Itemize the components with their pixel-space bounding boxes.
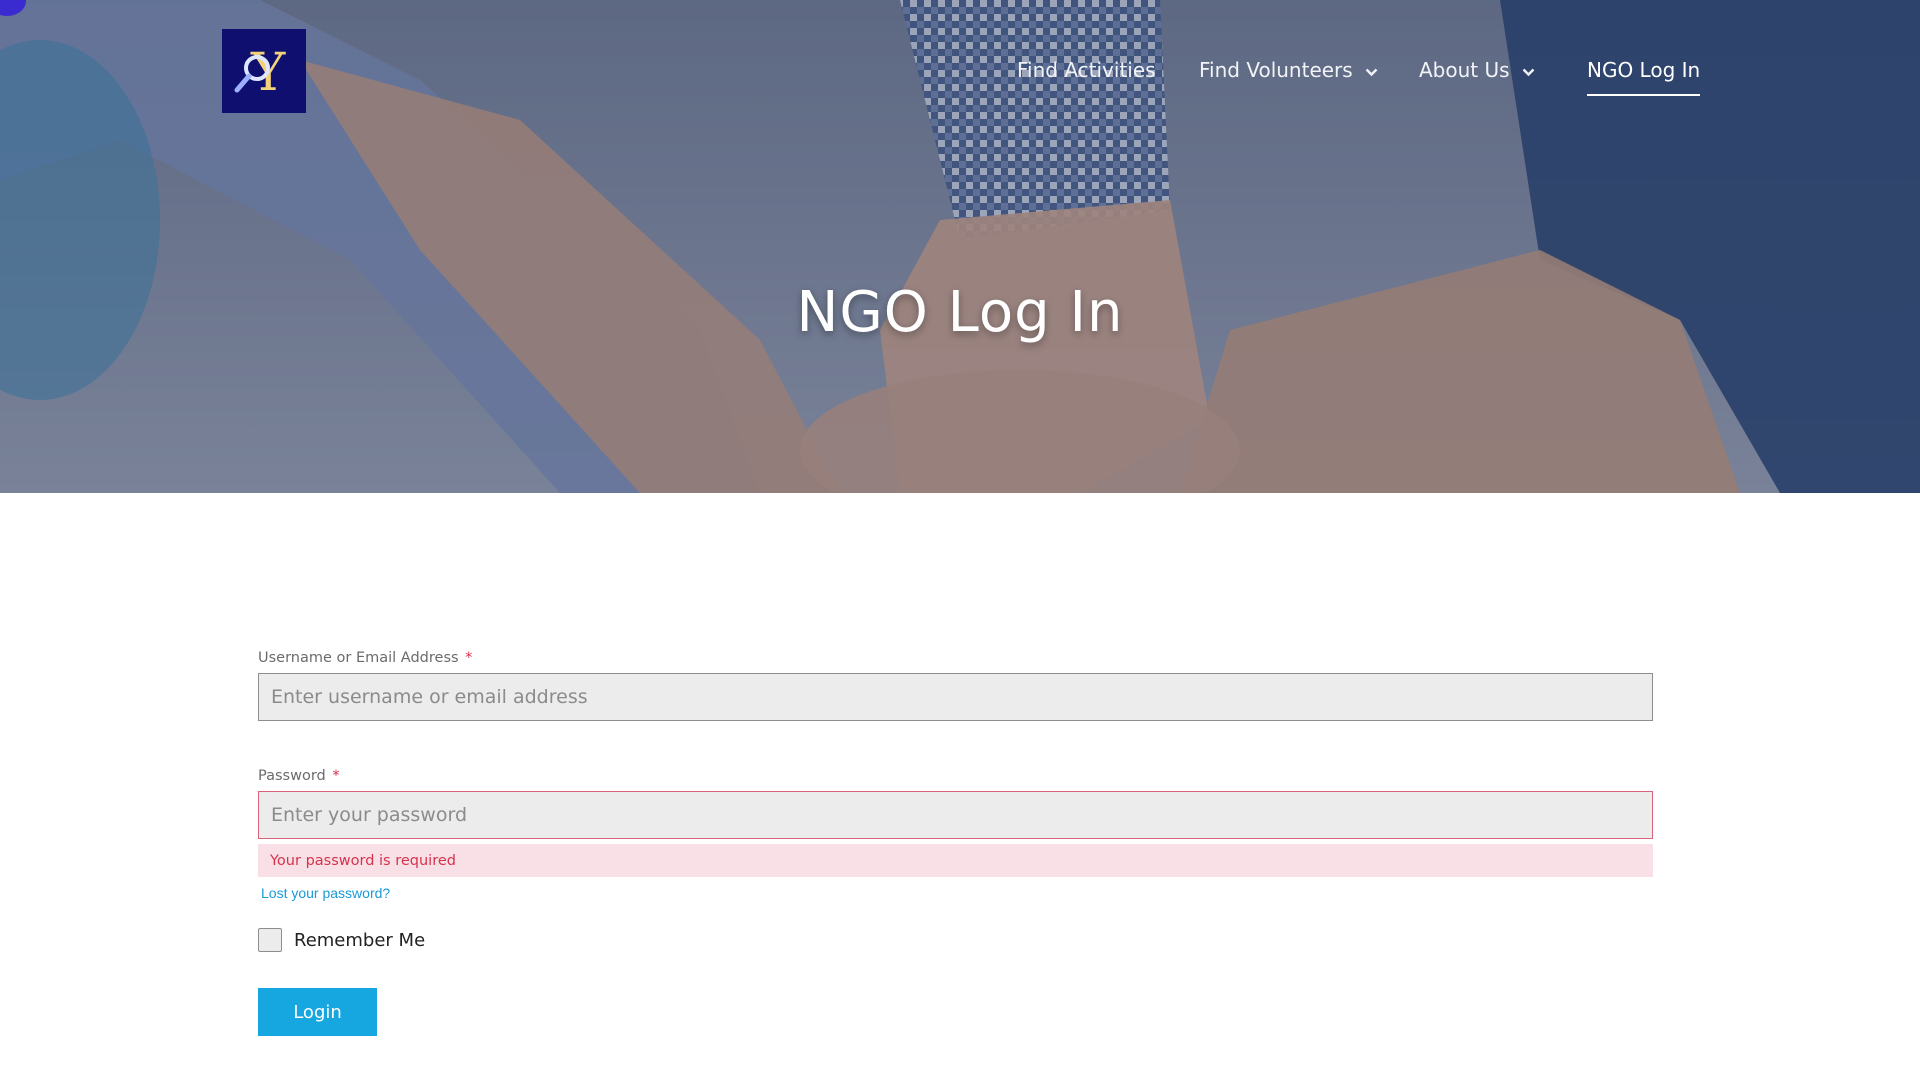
- nav-find-activities[interactable]: Find Activities: [1017, 52, 1156, 88]
- chevron-down-icon: [1365, 58, 1378, 82]
- required-marker: *: [465, 650, 473, 666]
- password-error-text: Your password is required: [270, 852, 456, 869]
- nav-ngo-log-in-label: NGO Log In: [1587, 58, 1701, 82]
- username-placeholder: Enter username or email address: [271, 686, 588, 708]
- nav-about-us[interactable]: About Us: [1419, 52, 1535, 88]
- login-form: Username or Email Address * Enter userna…: [258, 648, 1653, 903]
- nav-find-activities-label: Find Activities: [1017, 58, 1156, 82]
- required-marker: *: [332, 768, 340, 784]
- password-error-message: Your password is required: [258, 844, 1653, 877]
- username-label-text: Username or Email Address: [258, 650, 459, 666]
- remember-me-label[interactable]: Remember Me: [294, 930, 425, 951]
- nav-find-volunteers[interactable]: Find Volunteers: [1199, 52, 1378, 88]
- lost-password-link[interactable]: Lost your password?: [261, 885, 390, 901]
- main-navigation: Find Activities Find Volunteers About Us…: [0, 52, 1920, 96]
- password-label-text: Password: [258, 768, 326, 784]
- username-input[interactable]: Enter username or email address: [258, 673, 1653, 721]
- password-placeholder: Enter your password: [271, 804, 468, 826]
- chevron-down-icon: [1522, 58, 1535, 82]
- nav-find-volunteers-label: Find Volunteers: [1199, 58, 1353, 82]
- nav-about-us-label: About Us: [1419, 58, 1510, 82]
- remember-me-checkbox[interactable]: [258, 928, 282, 952]
- nav-ngo-log-in[interactable]: NGO Log In: [1587, 52, 1701, 96]
- login-button[interactable]: Login: [258, 988, 377, 1036]
- page-title: NGO Log In: [796, 280, 1124, 345]
- username-label: Username or Email Address *: [258, 648, 1653, 668]
- password-label: Password *: [258, 766, 1653, 786]
- remember-me-row: Remember Me: [258, 928, 425, 952]
- password-input[interactable]: Enter your password: [258, 791, 1653, 839]
